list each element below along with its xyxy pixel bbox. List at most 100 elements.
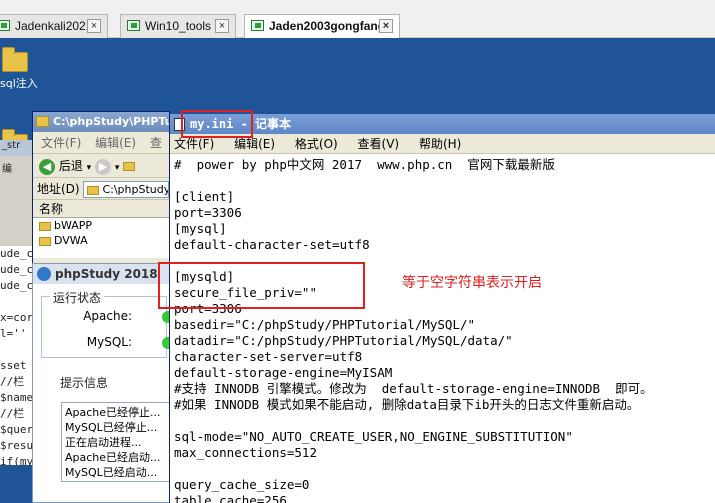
background-code-editor: ude_c ude_c ude_c x=cor l='' sset //栏 $n…	[0, 246, 34, 465]
log-box: Apache已经停止... MySQL已经停止... 正在启动进程... Apa…	[61, 402, 169, 482]
column-header-name[interactable]: 名称	[33, 200, 169, 218]
folder-icon	[87, 185, 100, 195]
chevron-down-icon[interactable]: ▾	[115, 163, 120, 173]
text-line: [mysql]	[174, 221, 227, 236]
menu-edit[interactable]: 编辑(E)	[95, 136, 136, 150]
vm-tab-label: Win10_tools	[145, 19, 212, 33]
notepad-window[interactable]: my.ini - 记事本 文件(F) 编辑(E) 格式(O) 查看(V) 帮助(…	[169, 114, 715, 503]
explorer-menubar: 文件(F) 编辑(E) 查	[33, 132, 169, 154]
menu-format[interactable]: 格式(O)	[295, 137, 338, 151]
text-line	[174, 173, 715, 189]
vm-tab-label: Jaden2003gongfang	[269, 19, 386, 33]
code-line: if(my	[0, 455, 34, 465]
chevron-down-icon[interactable]: ▾	[87, 163, 92, 173]
address-label: 地址(D)	[37, 182, 80, 196]
back-button-label[interactable]: 后退	[59, 159, 83, 173]
folder-icon	[39, 236, 51, 246]
vm-icon	[251, 20, 264, 31]
menu-help[interactable]: 帮助(H)	[419, 137, 461, 151]
explorer-titlebar[interactable]: C:\phpStudy\PHPTutorial	[33, 112, 169, 132]
close-icon[interactable]: ×	[87, 19, 101, 33]
close-icon[interactable]: ×	[379, 19, 393, 33]
text-line: [client]	[174, 189, 235, 204]
folder-icon	[2, 47, 28, 72]
menu-file[interactable]: 文件(F)	[41, 136, 81, 150]
log-line: Apache已经停止...	[65, 406, 161, 419]
notepad-icon	[174, 118, 185, 131]
vm-tab-win10-tools[interactable]: Win10_tools ×	[120, 14, 236, 38]
menu-file[interactable]: 文件(F)	[174, 137, 214, 151]
background-menu: 编	[0, 160, 34, 176]
annotation-text: 等于空字符串表示开启	[402, 275, 542, 291]
notepad-text-area[interactable]: # power by php中文网 2017 www.php.cn 官网下载最新…	[170, 154, 715, 503]
text-line: #如果 INNODB 模式如果不能启动, 删除data目录下ib开头的日志文件重…	[174, 397, 640, 412]
vm-icon	[127, 20, 140, 31]
notepad-title: my.ini - 记事本	[190, 117, 292, 131]
background-tab: _str	[0, 140, 34, 156]
phpstudy-logo-icon	[37, 267, 51, 281]
file-list: bWAPP DVWA	[33, 218, 169, 258]
code-line: //栏	[0, 407, 25, 420]
text-line	[174, 413, 715, 429]
vm-tab-bar: Jadenkali2021 × Win10_tools × Jaden2003g…	[0, 0, 715, 39]
text-line: sql-mode="NO_AUTO_CREATE_USER,NO_ENGINE_…	[174, 429, 573, 444]
log-group: 提示信息 Apache已经停止... MySQL已经停止... 正在启动进程..…	[41, 374, 169, 496]
notepad-titlebar[interactable]: my.ini - 记事本	[170, 114, 715, 134]
file-name: bWAPP	[54, 219, 93, 232]
log-line: Apache已经启动...	[65, 451, 161, 464]
explorer-toolbar: ◀ 后退 ▾ ▶ ▾	[33, 154, 169, 178]
code-line: x=cor	[0, 311, 34, 324]
code-line: $quer	[0, 423, 34, 436]
code-line: l=''	[0, 327, 27, 340]
log-group-title: 提示信息	[57, 374, 112, 391]
log-line: 正在启动进程...	[65, 436, 142, 449]
menu-view[interactable]: 查看(V)	[358, 137, 400, 151]
text-line: #支持 INNODB 引擎模式。修改为 default-storage-engi…	[174, 381, 653, 396]
text-line: default-character-set=utf8	[174, 237, 370, 252]
code-line: ude_c	[0, 263, 34, 276]
mysql-label: MySQL:	[86, 335, 132, 349]
text-line: query_cache_size=0	[174, 477, 310, 492]
close-icon[interactable]: ×	[215, 19, 229, 33]
up-folder-icon[interactable]	[123, 162, 136, 171]
desktop-icon-sql[interactable]: sql注入	[0, 47, 40, 91]
text-line: port=3306	[174, 301, 242, 316]
apache-label: Apache:	[83, 309, 132, 323]
back-arrow-icon[interactable]: ◀	[39, 158, 55, 175]
menu-view[interactable]: 查	[150, 136, 162, 150]
address-input[interactable]: C:\phpStudy\PHPTutorial	[83, 181, 169, 198]
text-line: port=3306	[174, 205, 242, 220]
code-line: ude_c	[0, 279, 34, 292]
vm-tab-jadenkali[interactable]: Jadenkali2021 ×	[0, 14, 108, 38]
background-window-bar: _str 编	[0, 140, 34, 246]
code-line: sset	[0, 359, 27, 372]
forward-arrow-icon[interactable]: ▶	[95, 158, 112, 175]
phpstudy-window[interactable]: phpStudy 2018 运行状态 Apache: MySQL: 提示信息 A…	[32, 263, 170, 503]
vm-tab-jaden2003[interactable]: Jaden2003gongfang ×	[244, 14, 400, 39]
text-line: table_cache=256	[174, 493, 287, 503]
text-line: datadir="C:/phpStudy/PHPTutorial/MySQL/d…	[174, 333, 513, 348]
notepad-menubar: 文件(F) 编辑(E) 格式(O) 查看(V) 帮助(H)	[170, 134, 715, 154]
text-line: default-storage-engine=MyISAM	[174, 365, 393, 380]
explorer-title: C:\phpStudy\PHPTutorial	[53, 115, 170, 128]
file-name: DVWA	[54, 234, 88, 247]
text-line: max_connections=512	[174, 445, 317, 460]
code-line: ude_c	[0, 247, 34, 260]
text-line: basedir="C:/phpStudy/PHPTutorial/MySQL/"	[174, 317, 476, 332]
address-value: C:\phpStudy\PHPTutorial	[102, 183, 170, 196]
text-line: # power by php中文网 2017 www.php.cn 官网下载最新…	[174, 157, 555, 172]
menu-edit[interactable]: 编辑(E)	[234, 137, 275, 151]
phpstudy-title: phpStudy 2018	[55, 267, 158, 281]
log-line: MySQL已经停止...	[65, 421, 158, 434]
phpstudy-titlebar[interactable]: phpStudy 2018	[33, 264, 169, 284]
list-item[interactable]: bWAPP	[33, 218, 169, 233]
desktop-icon-label: sql注入	[0, 77, 38, 90]
text-line	[174, 461, 715, 477]
list-item[interactable]: DVWA	[33, 233, 169, 248]
code-line: $name	[0, 391, 34, 404]
folder-icon	[39, 221, 51, 231]
address-bar: 地址(D) C:\phpStudy\PHPTutorial	[33, 178, 169, 200]
code-line: $resu	[0, 439, 34, 452]
